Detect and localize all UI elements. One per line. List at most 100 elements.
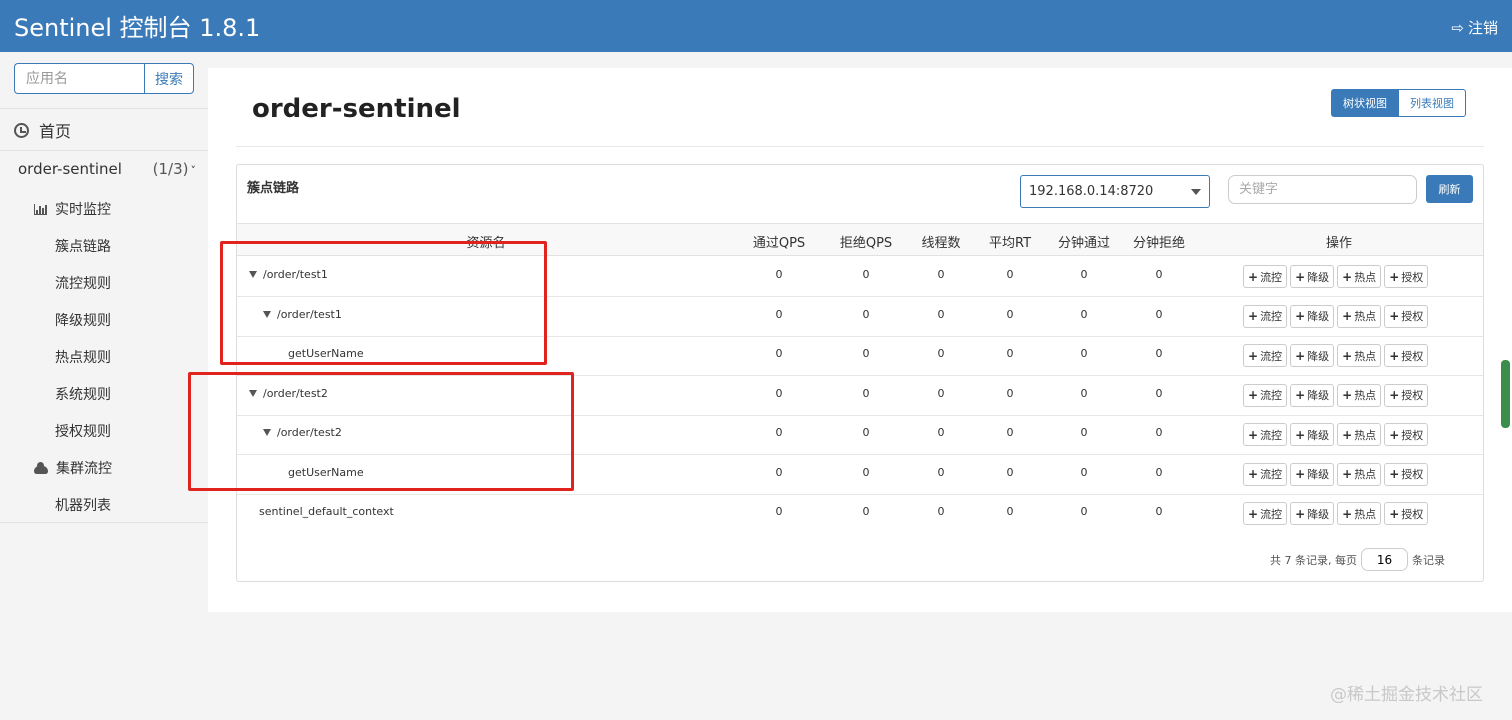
sidebar-item-hotspot-rules[interactable]: 热点规则 — [55, 347, 111, 367]
view-toggle: 树状视图 列表视图 — [1331, 89, 1466, 117]
page-size-input[interactable] — [1361, 548, 1408, 571]
sidebar-divider — [0, 108, 208, 109]
metric-cell: 0 — [862, 505, 870, 518]
action-label: 热点 — [1354, 428, 1377, 442]
plus-icon: + — [1248, 309, 1259, 323]
plus-icon: + — [1295, 467, 1306, 481]
auth-button[interactable]: + 授权 — [1384, 265, 1429, 288]
plus-icon: + — [1342, 506, 1353, 521]
metric-cell: 0 — [1006, 465, 1014, 479]
flow-button[interactable]: + 流控 — [1243, 344, 1288, 367]
metric-cell: 0 — [1006, 386, 1014, 400]
app-machine-count: (1/3) — [152, 160, 189, 178]
sidebar-item-cluster-flow[interactable]: 集群流控 — [34, 458, 112, 478]
sidebar-item-home[interactable]: 首页 — [14, 118, 71, 142]
app-search-input[interactable] — [14, 63, 144, 94]
action-label: 流控 — [1260, 270, 1283, 284]
flow-button[interactable]: + 流控 — [1243, 265, 1288, 288]
list-view-button[interactable]: 列表视图 — [1399, 89, 1466, 117]
metric-cell: 0 — [1080, 307, 1088, 321]
auth-button[interactable]: + 授权 — [1384, 423, 1429, 446]
title-divider — [236, 146, 1484, 147]
pager-prefix: 共 7 条记录, 每页 — [1270, 553, 1357, 567]
refresh-button[interactable]: 刷新 — [1426, 175, 1473, 203]
flow-button[interactable]: + 流控 — [1243, 383, 1288, 407]
degrade-button[interactable]: + 降级 — [1290, 304, 1335, 328]
metric-cell: 0 — [862, 465, 870, 479]
sidebar-item-label: 集群流控 — [56, 461, 112, 477]
auth-button[interactable]: + 授权 — [1384, 304, 1429, 328]
sidebar-divider — [0, 150, 208, 151]
plus-icon: + — [1342, 388, 1353, 402]
hotspot-button[interactable]: + 热点 — [1337, 344, 1382, 367]
column-header: 分钟拒绝 — [1132, 236, 1186, 251]
degrade-button[interactable]: + 降级 — [1290, 383, 1335, 407]
resource-name: sentinel_default_context — [259, 505, 394, 518]
sidebar-app-order-sentinel[interactable]: order-sentinel (1/3) ˅ — [18, 160, 196, 178]
flow-button[interactable]: + 流控 — [1243, 304, 1288, 328]
metric-cell: 0 — [862, 347, 870, 360]
sidebar-item-cluster-link[interactable]: 簇点链路 — [55, 236, 111, 256]
scrollbar-thumb[interactable] — [1501, 360, 1510, 428]
metric-cell: 0 — [937, 465, 945, 479]
sidebar-item-monitor[interactable]: 实时监控 — [34, 199, 111, 219]
metric-cell: 0 — [937, 426, 945, 439]
plus-icon: + — [1389, 388, 1400, 402]
plus-icon: + — [1389, 467, 1400, 481]
action-label: 授权 — [1401, 468, 1424, 481]
metric-cell: 0 — [1080, 347, 1088, 360]
sidebar-item-degrade-rules[interactable]: 降级规则 — [55, 310, 111, 330]
sidebar-item-auth-rules[interactable]: 授权规则 — [55, 421, 111, 441]
plus-icon: + — [1295, 269, 1306, 284]
search-button[interactable]: 搜索 — [144, 63, 194, 94]
page-title: order-sentinel — [252, 94, 461, 124]
highlight-box-test1 — [220, 241, 547, 365]
degrade-button[interactable]: + 降级 — [1290, 502, 1335, 525]
tree-view-button[interactable]: 树状视图 — [1331, 89, 1399, 117]
action-label: 降级 — [1307, 270, 1330, 284]
sidebar-item-system-rules[interactable]: 系统规则 — [55, 384, 111, 404]
logout-button[interactable]: ⇨ 注销 — [1451, 17, 1498, 38]
auth-button[interactable]: + 授权 — [1384, 502, 1429, 525]
hotspot-button[interactable]: + 热点 — [1337, 265, 1382, 288]
auth-button[interactable]: + 授权 — [1384, 462, 1429, 486]
degrade-button[interactable]: + 降级 — [1290, 265, 1335, 288]
pagination: 共 7 条记录, 每页 条记录 — [1270, 548, 1445, 571]
degrade-button[interactable]: + 降级 — [1290, 344, 1335, 367]
pager-suffix: 条记录 — [1412, 553, 1445, 567]
machine-select[interactable]: 192.168.0.14:8720 — [1020, 175, 1210, 208]
flow-button[interactable]: + 流控 — [1243, 502, 1288, 525]
metric-cell: 0 — [937, 386, 945, 400]
action-label: 热点 — [1354, 468, 1377, 481]
plus-icon: + — [1248, 388, 1259, 402]
column-header: 通过QPS — [752, 236, 806, 251]
flow-button[interactable]: + 流控 — [1243, 462, 1288, 486]
app-name: order-sentinel — [18, 160, 122, 178]
degrade-button[interactable]: + 降级 — [1290, 462, 1335, 486]
resource-name-cell: sentinel_default_context — [259, 505, 394, 518]
auth-button[interactable]: + 授权 — [1384, 344, 1429, 367]
metric-cell: 0 — [775, 426, 783, 439]
hotspot-button[interactable]: + 热点 — [1337, 423, 1382, 446]
action-label: 热点 — [1354, 270, 1377, 284]
metric-cell: 0 — [937, 347, 945, 360]
action-label: 热点 — [1354, 389, 1377, 402]
row-actions: + 流控 + 降级 + 热点 + 授权 — [1243, 462, 1429, 486]
table-row: sentinel_default_context 0 0 0 0 0 0 + 流控 + 降级 + 热点 +… — [237, 494, 1483, 534]
metric-cell: 0 — [862, 307, 870, 321]
degrade-button[interactable]: + 降级 — [1290, 423, 1335, 446]
flow-button[interactable]: + 流控 — [1243, 423, 1288, 446]
hotspot-button[interactable]: + 热点 — [1337, 383, 1382, 407]
plus-icon: + — [1342, 269, 1353, 284]
auth-button[interactable]: + 授权 — [1384, 383, 1429, 407]
app-title[interactable]: Sentinel 控制台 1.8.1 — [14, 8, 260, 43]
metric-cell: 0 — [775, 505, 783, 518]
keyword-input[interactable] — [1228, 175, 1417, 204]
hotspot-button[interactable]: + 热点 — [1337, 502, 1382, 525]
hotspot-button[interactable]: + 热点 — [1337, 304, 1382, 328]
cloud-icon — [34, 461, 48, 474]
sidebar-item-flow-rules[interactable]: 流控规则 — [55, 273, 111, 293]
metric-cell: 0 — [937, 505, 945, 518]
sidebar-item-machines[interactable]: 机器列表 — [55, 495, 111, 515]
hotspot-button[interactable]: + 热点 — [1337, 462, 1382, 486]
